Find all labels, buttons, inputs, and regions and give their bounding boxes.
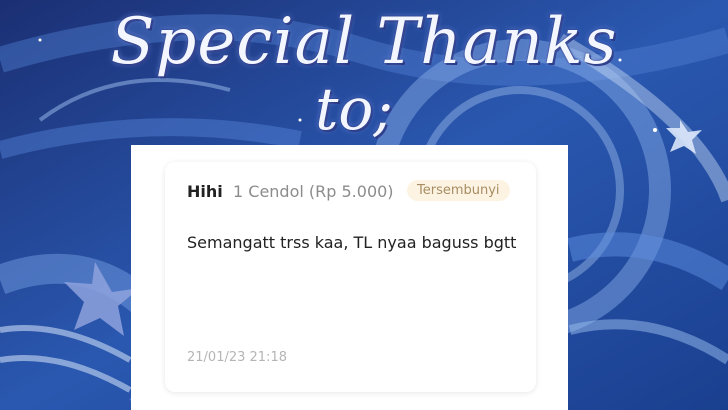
donation-amount: 1 Cendol (Rp 5.000) [233,182,394,201]
banner-line-2: to; [315,75,393,143]
donation-timestamp: 21/01/23 21:18 [187,350,287,365]
banner-line-1: Special Thanks [110,5,618,79]
donor-name: Hihi [187,182,223,201]
special-thanks-banner: Special Thanks to; [0,0,728,150]
hidden-status-badge: Tersembunyi [407,180,510,201]
donation-card: Hihi 1 Cendol (Rp 5.000) Tersembunyi Sem… [165,162,536,392]
donation-message: Semangatt trss kaa, TL nyaa baguss bgtt [187,233,517,252]
